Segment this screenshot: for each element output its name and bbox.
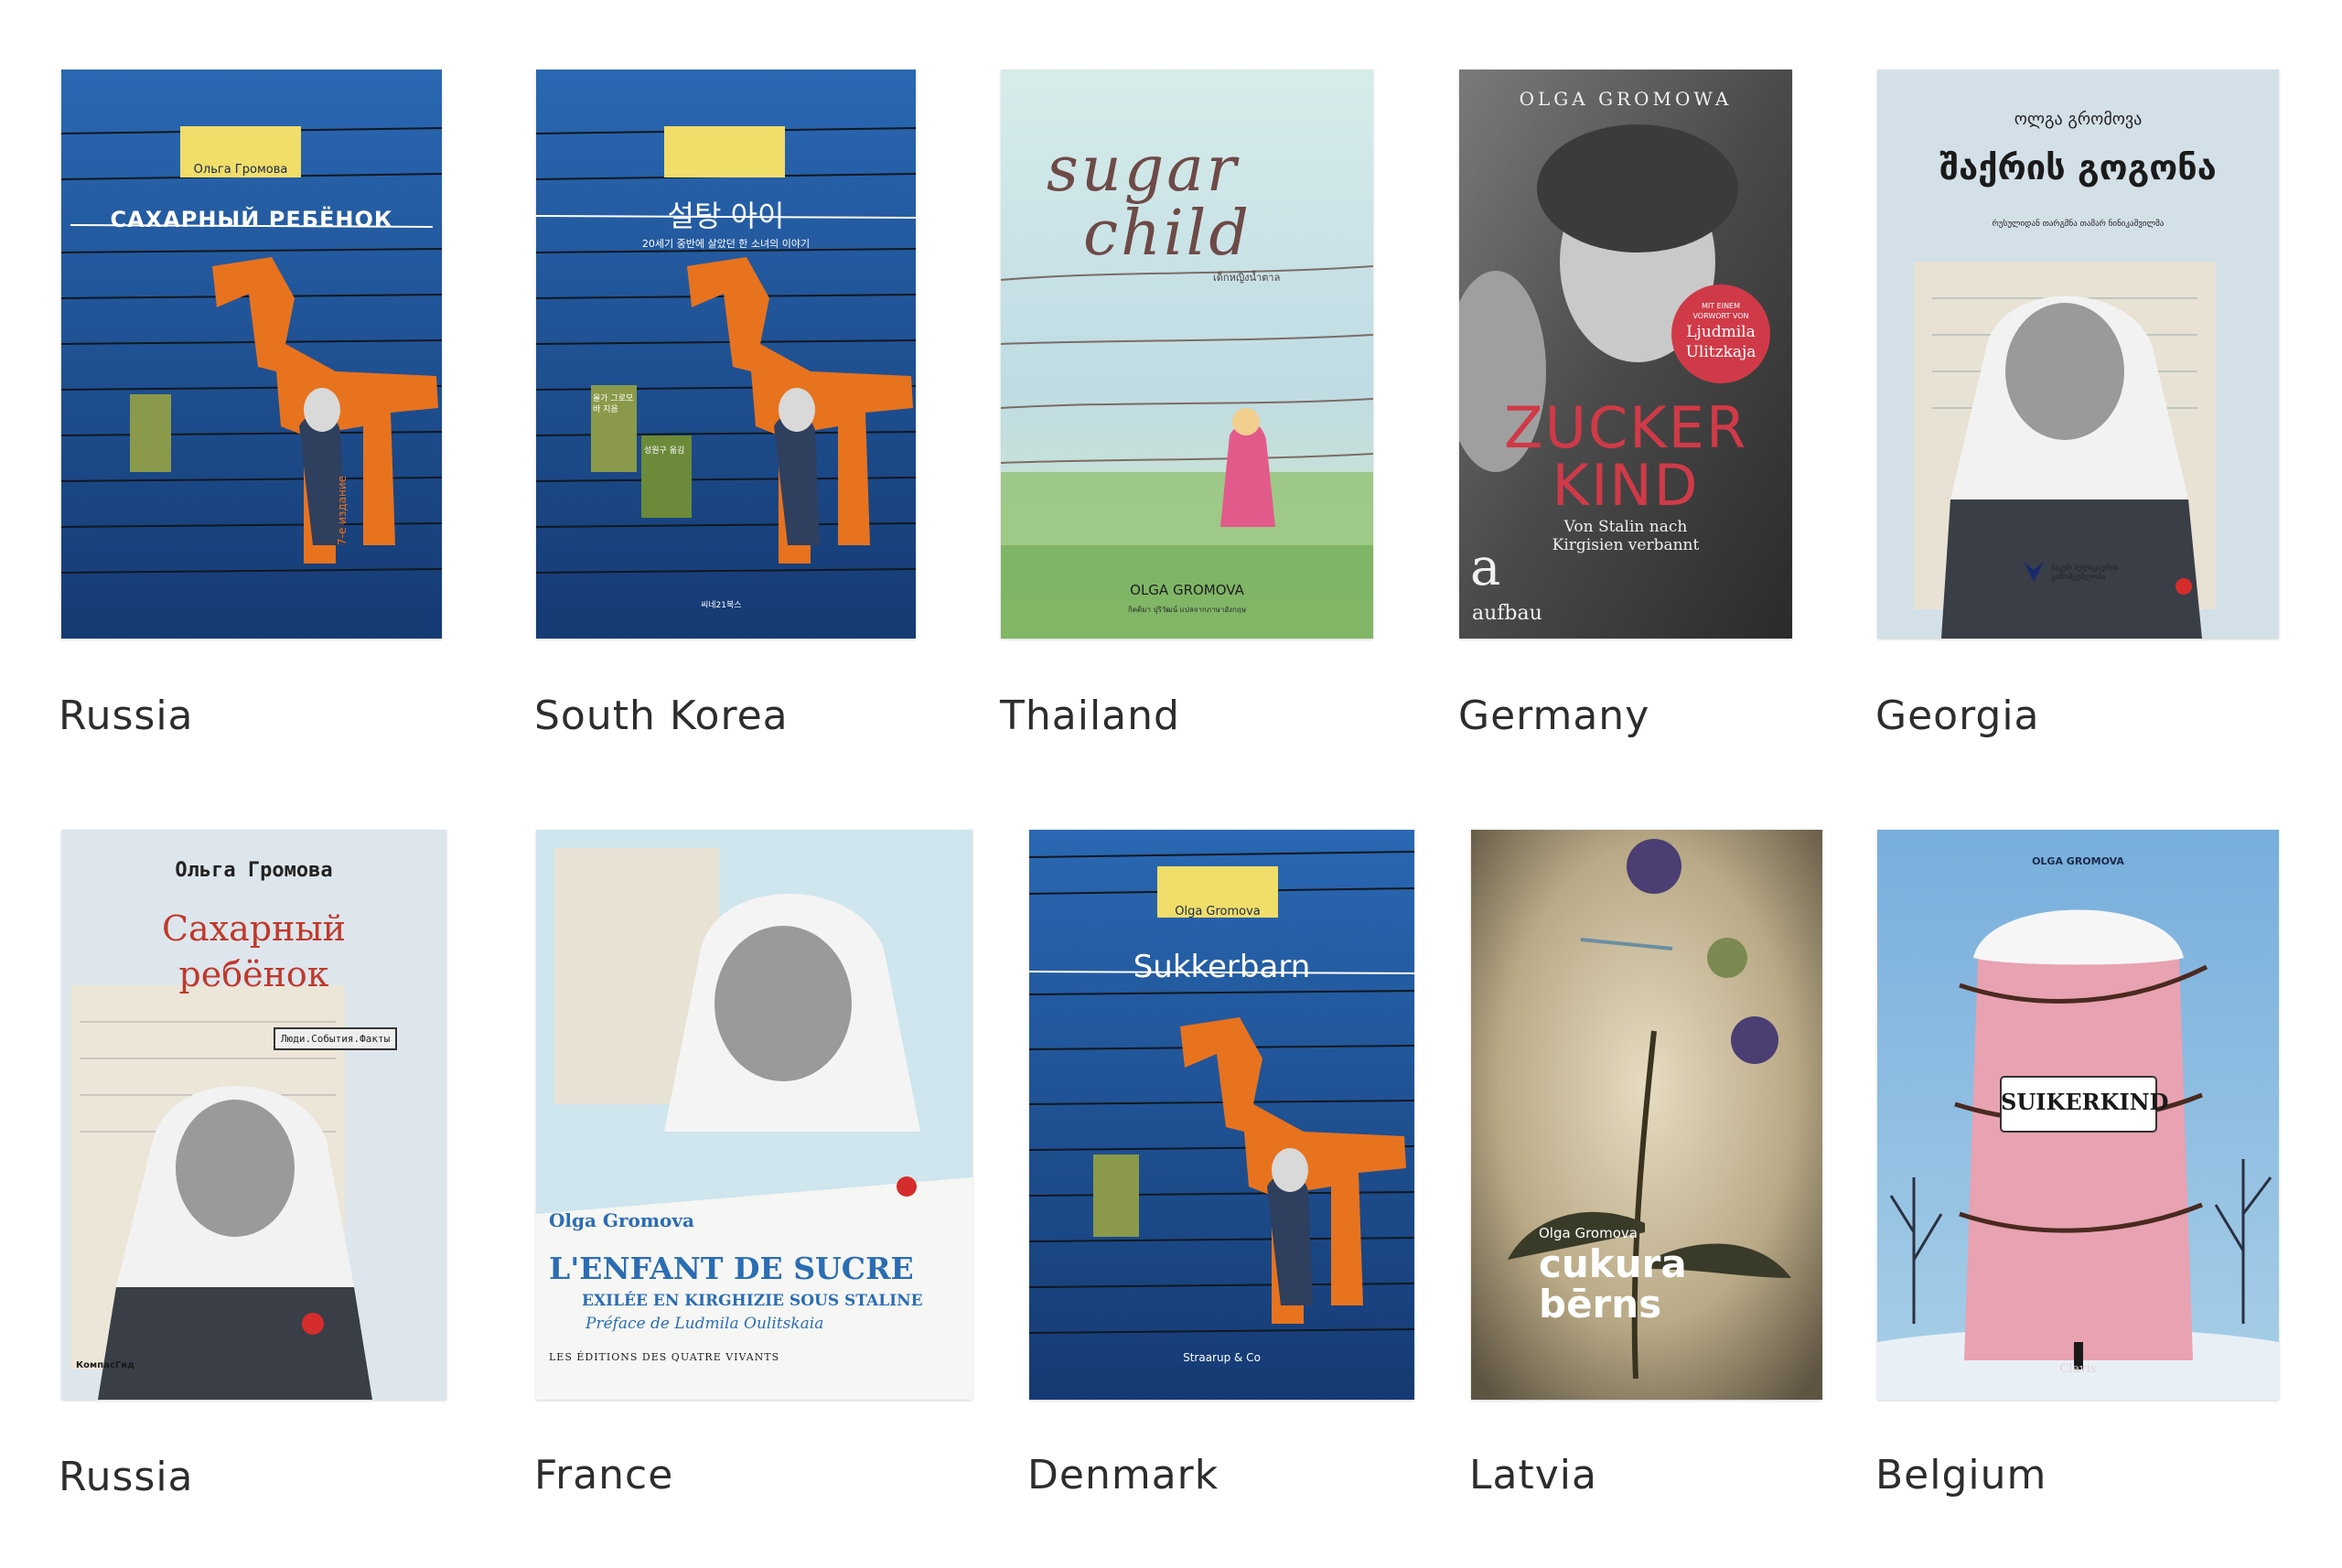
cover-title: L'ENFANT DE SUCRE <box>549 1251 914 1286</box>
cover-publisher: aufbau <box>1472 602 1542 625</box>
book-editions-grid: Ольга Громова САХАРНЫЙ РЕБЁНОК 7-е издан… <box>0 0 2342 1568</box>
book-cover[interactable]: Olga Gromova Sukkerbarn Straarup & Co <box>1029 830 1414 1400</box>
cover-author: OLGA GROMOVA <box>2032 855 2124 867</box>
cover-title: 설탕 아이 <box>667 199 785 233</box>
cover-publisher: Clavis <box>2059 1362 2097 1376</box>
country-label: Belgium <box>1875 1452 2047 1498</box>
cover-subtitle-line1: Von Stalin nach <box>1563 518 1688 536</box>
cover-title-line1: Сахарный <box>161 908 347 949</box>
cover-credit: กิตติมา ปุริวัฒน์ แปลจากภาษาอังกฤษ <box>1127 606 1246 614</box>
cover-title: Sukkerbarn <box>1133 949 1311 985</box>
book-cover[interactable]: 설탕 아이 20세기 중반에 살았던 한 소녀의 이야기 올가 그로모바 지음 … <box>536 70 916 639</box>
cover-author: Ольга Громова <box>175 859 333 882</box>
country-label: Georgia <box>1875 693 2040 739</box>
book-cover[interactable]: Olga Gromova cukura bērns <box>1471 830 1822 1400</box>
book-cover[interactable]: Ольга Громова САХАРНЫЙ РЕБЁНОК 7-е издан… <box>61 70 442 639</box>
cover-subtitle: EXILÉE EN KIRGHIZIE SOUS STALINE <box>582 1292 923 1310</box>
book-cover[interactable]: sugar child เด็กหญิงน้ำตาล OLGA GROMOVA … <box>1001 70 1373 639</box>
cover-author: Olga Gromova <box>549 1209 694 1231</box>
cover-subtitle: 20세기 중반에 살았던 한 소녀의 이야기 <box>641 238 811 250</box>
book-cover[interactable]: ოლგა გრომოვა შაქრის გოგონა რუსულიდან თარ… <box>1877 70 2279 639</box>
book-cover[interactable]: Olga Gromova L'ENFANT DE SUCRE EXILÉE EN… <box>536 830 972 1400</box>
book-cover[interactable]: OLGA GROMOVA SUIKERKIND Clavis <box>1877 830 2279 1400</box>
cover-badge-name2: Ulitzkaja <box>1685 343 1756 361</box>
cover-publisher: 씨네21북스 <box>701 601 742 610</box>
cover-publisher: ბაკურ სულაკაურის გამომცემლობა <box>2051 564 2119 581</box>
book-cover[interactable]: OLGA GROMOWA MIT EINEM VORWORT VON Ljudm… <box>1459 70 1792 639</box>
country-label: Germany <box>1458 693 1650 739</box>
cover-title-line2: bērns <box>1539 1282 1662 1326</box>
country-label: Russia <box>59 1454 194 1500</box>
cover-series: Люди.События.Факты <box>274 1027 398 1050</box>
cover-author: OLGA GROMOWA <box>1519 88 1733 110</box>
cover-translator: 성원구 옮김 <box>644 446 685 456</box>
cover-title-line2: child <box>1083 198 1252 270</box>
cover-author: Ольга Громова <box>193 163 288 177</box>
country-label: Thailand <box>1000 693 1180 739</box>
cover-credits: 올가 그로모바 지음 <box>593 394 634 414</box>
country-label: Russia <box>59 693 194 739</box>
country-label: Latvia <box>1469 1452 1597 1498</box>
cover-title: შაქრის გოგონა <box>1939 147 2217 188</box>
cover-author: OLGA GROMOVA <box>1130 582 1244 598</box>
publisher-logo-icon: a <box>1470 538 1501 597</box>
cover-subtitle: เด็กหญิงน้ำตาล <box>1213 272 1281 284</box>
cover-badge-line1: MIT EINEM <box>1701 302 1741 310</box>
cover-title-line2: ребёнок <box>178 954 329 994</box>
cover-edition-note: 7-е издание <box>336 475 349 545</box>
book-cover[interactable]: Ольга Громова Сахарный ребёнок Люди.Собы… <box>61 830 446 1400</box>
cover-author: ოლგა გრომოვა <box>2014 110 2143 129</box>
cover-title: SUIKERKIND <box>2001 1089 2169 1115</box>
cover-title-line2: KIND <box>1552 452 1700 519</box>
cover-art-blue-horse <box>61 70 442 639</box>
cover-art-blue-horse <box>536 70 916 639</box>
cover-publisher: Straarup & Co <box>1183 1351 1261 1364</box>
cover-title-line1: sugar <box>1047 134 1240 206</box>
cover-subtitle: რუსულიდან თარგმნა თამარ ნინიკაშვილმა <box>1992 220 2165 229</box>
country-label: France <box>534 1452 674 1498</box>
country-label: South Korea <box>534 693 789 739</box>
cover-publisher: КомпасГид <box>76 1360 135 1370</box>
cover-title-line1: cukura <box>1539 1241 1687 1286</box>
cover-subtitle-line2: Kirgisien verbannt <box>1552 536 1700 554</box>
cover-badge-name1: Ljudmila <box>1686 323 1756 341</box>
cover-title: САХАРНЫЙ РЕБЁНОК <box>110 207 393 232</box>
cover-author: Olga Gromova <box>1539 1225 1638 1241</box>
cover-badge-line2: VORWORT VON <box>1692 312 1749 320</box>
cover-preface: Préface de Ludmila Oulitskaia <box>586 1315 824 1333</box>
country-label: Denmark <box>1027 1452 1219 1498</box>
cover-publisher: LES ÉDITIONS DES QUATRE VIVANTS <box>549 1351 780 1363</box>
cover-author: Olga Gromova <box>1175 905 1261 918</box>
